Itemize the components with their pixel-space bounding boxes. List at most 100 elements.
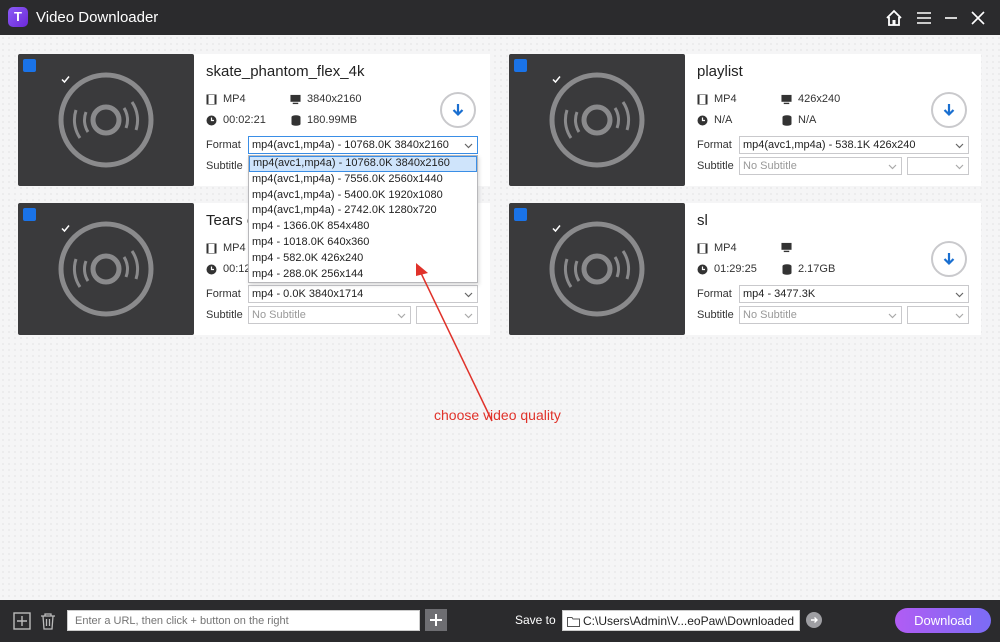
database-icon xyxy=(290,114,301,126)
resolution: 3840x2160 xyxy=(307,93,362,105)
format-label: Format xyxy=(206,288,241,300)
download-item-button[interactable] xyxy=(931,92,967,128)
container-format: MP4 xyxy=(714,93,737,105)
disc-icon xyxy=(549,221,645,317)
video-title: playlist xyxy=(697,63,743,80)
file-size: 2.17GB xyxy=(798,263,836,275)
file-size: 180.99MB xyxy=(307,114,358,126)
chevron-down-icon xyxy=(955,164,964,170)
subtitle-language-select[interactable] xyxy=(907,306,969,324)
select-checkbox[interactable] xyxy=(23,59,70,84)
monitor-icon xyxy=(781,94,792,105)
container-format: MP4 xyxy=(714,242,737,254)
database-icon xyxy=(781,263,792,275)
select-checkbox[interactable] xyxy=(514,59,561,84)
url-input[interactable] xyxy=(67,610,420,631)
file-size: N/A xyxy=(798,114,817,126)
format-option[interactable]: mp4(avc1,mp4a) - 10768.0K 3840x2160 xyxy=(249,156,477,172)
clock-icon xyxy=(206,264,217,275)
add-url-button[interactable] xyxy=(425,609,447,631)
film-icon xyxy=(697,94,708,105)
clock-icon xyxy=(206,115,217,126)
open-folder-button[interactable] xyxy=(806,612,822,628)
minimize-icon[interactable] xyxy=(941,8,961,28)
download-arrow-icon xyxy=(450,102,466,118)
close-icon[interactable] xyxy=(968,8,988,28)
resolution: 426x240 xyxy=(798,93,841,105)
video-title: skate_phantom_flex_4k xyxy=(206,63,365,80)
download-arrow-icon xyxy=(941,102,957,118)
format-select[interactable]: mp4(avc1,mp4a) - 538.1K 426x240 xyxy=(739,136,969,154)
trash-icon[interactable] xyxy=(38,611,58,631)
format-option[interactable]: mp4(avc1,mp4a) - 2742.0K 1280x720 xyxy=(249,203,477,219)
save-to-label: Save to xyxy=(515,613,556,627)
subtitle-select[interactable]: No Subtitle xyxy=(248,306,411,324)
disc-icon xyxy=(58,221,154,317)
select-checkbox[interactable] xyxy=(514,208,561,233)
subtitle-language-select[interactable] xyxy=(907,157,969,175)
video-list-area: skate_phantom_flex_4k MP4 3840x2160 00:0… xyxy=(0,35,1000,600)
video-title: sl xyxy=(697,212,708,229)
video-card: sl MP4 01:29:25 2.17GB Format mp4 - 3477… xyxy=(509,203,981,335)
format-select[interactable]: mp4(avc1,mp4a) - 10768.0K 3840x2160 xyxy=(248,136,478,154)
format-option[interactable]: mp4(avc1,mp4a) - 7556.0K 2560x1440 xyxy=(249,172,477,188)
plus-icon xyxy=(430,614,442,626)
subtitle-select[interactable]: No Subtitle xyxy=(739,306,902,324)
monitor-icon xyxy=(290,94,301,105)
app-logo: T xyxy=(8,7,28,27)
monitor-icon xyxy=(781,242,792,253)
chevron-down-icon xyxy=(464,143,473,149)
arrow-right-icon xyxy=(811,617,818,623)
clock-icon xyxy=(697,264,708,275)
folder-icon xyxy=(567,617,580,627)
video-thumbnail xyxy=(18,54,194,186)
duration: 00:12 xyxy=(223,263,251,275)
select-checkbox[interactable] xyxy=(23,208,70,233)
download-item-button[interactable] xyxy=(440,92,476,128)
format-option[interactable]: mp4(avc1,mp4a) - 5400.0K 1920x1080 xyxy=(249,188,477,204)
chevron-down-icon xyxy=(888,164,897,170)
database-icon xyxy=(781,114,792,126)
video-thumbnail xyxy=(509,54,685,186)
chevron-down-icon xyxy=(955,143,964,149)
format-option[interactable]: mp4 - 1018.0K 640x360 xyxy=(249,235,477,251)
chevron-down-icon xyxy=(955,313,964,319)
download-item-button[interactable] xyxy=(931,241,967,277)
home-icon[interactable] xyxy=(884,8,904,28)
duration: 00:02:21 xyxy=(223,114,266,126)
subtitle-label: Subtitle xyxy=(206,160,243,172)
film-icon xyxy=(697,243,708,254)
format-label: Format xyxy=(206,139,241,151)
duration: 01:29:25 xyxy=(714,263,757,275)
download-button[interactable]: Download xyxy=(895,608,991,633)
app-title: Video Downloader xyxy=(36,9,159,26)
subtitle-label: Subtitle xyxy=(697,160,734,172)
chevron-down-icon xyxy=(888,313,897,319)
duration: N/A xyxy=(714,114,733,126)
subtitle-select[interactable]: No Subtitle xyxy=(739,157,902,175)
film-icon xyxy=(206,243,217,254)
menu-icon[interactable] xyxy=(914,8,934,28)
subtitle-label: Subtitle xyxy=(206,309,243,321)
save-path-field[interactable]: C:\Users\Admin\V...eoPaw\Downloaded xyxy=(562,610,800,631)
disc-icon xyxy=(549,72,645,168)
format-select[interactable]: mp4 - 3477.3K xyxy=(739,285,969,303)
title-bar: T Video Downloader xyxy=(0,0,1000,35)
bottom-bar: Save to C:\Users\Admin\V...eoPaw\Downloa… xyxy=(0,600,1000,642)
container-format: MP4 xyxy=(223,93,246,105)
video-thumbnail xyxy=(509,203,685,335)
film-icon xyxy=(206,94,217,105)
download-arrow-icon xyxy=(941,251,957,267)
format-label: Format xyxy=(697,139,732,151)
clock-icon xyxy=(697,115,708,126)
chevron-down-icon xyxy=(955,292,964,298)
subtitle-label: Subtitle xyxy=(697,309,734,321)
disc-icon xyxy=(58,72,154,168)
video-thumbnail xyxy=(18,203,194,335)
format-option[interactable]: mp4 - 1366.0K 854x480 xyxy=(249,219,477,235)
video-card: playlist MP4 426x240 N/A N/A Format mp4(… xyxy=(509,54,981,186)
format-label: Format xyxy=(697,288,732,300)
add-list-icon[interactable] xyxy=(12,611,32,631)
container-format: MP4 xyxy=(223,242,246,254)
annotation-text: choose video quality xyxy=(434,407,561,423)
